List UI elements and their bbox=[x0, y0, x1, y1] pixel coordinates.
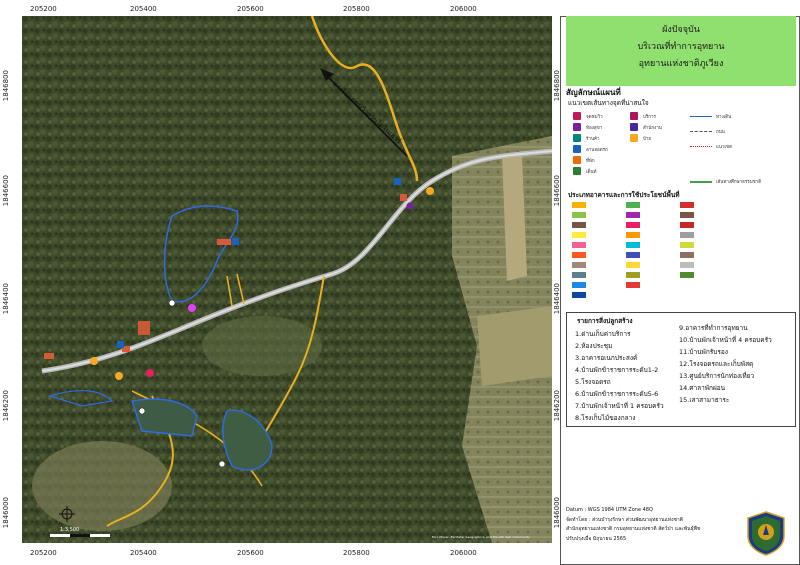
legend-line-3: แนวเขต bbox=[690, 143, 732, 150]
building-item-10: 10.บ้านพักเจ้าหน้าที่ 4 ครอบครัว bbox=[679, 336, 772, 344]
parking-icon bbox=[573, 145, 581, 153]
buildings-heading: รายการสิ่งปลูกสร้าง bbox=[577, 317, 633, 325]
coord-top-2: 205400 bbox=[130, 5, 157, 13]
coord-left-5: 1846000 bbox=[2, 497, 10, 529]
field-patch bbox=[477, 306, 552, 386]
legend-poi-7: บริการ bbox=[630, 112, 656, 120]
building-item-8: 8.โรงเก็บไม้ของกลาง bbox=[575, 414, 636, 422]
coord-left-2: 1846600 bbox=[2, 175, 10, 207]
building-item-7: 7.บ้านพักเจ้าหน้าที่ 1 ครอบครัว bbox=[575, 402, 664, 410]
poi-parking-3 bbox=[394, 178, 401, 185]
tent-icon bbox=[573, 167, 581, 175]
usage-heading: ประเภทอาคารและการใช้ประโยชน์พื้นที่ bbox=[568, 191, 680, 199]
building-item-6: 6.บ้านพักข้าราชการระดับ5-6 bbox=[575, 390, 659, 398]
clearing bbox=[202, 316, 322, 376]
legend-line-2: ถนน bbox=[690, 128, 725, 135]
legend-line-4: เส้นทางศึกษาธรรมชาติ bbox=[690, 178, 761, 185]
building-item-15: 15.เสาสามาธาระ bbox=[679, 396, 730, 404]
poi-restroom bbox=[406, 202, 414, 210]
building-item-11: 11.บ้านพักรับรอง bbox=[679, 348, 728, 356]
coord-left-4: 1846200 bbox=[2, 390, 10, 422]
department-logo-icon bbox=[747, 511, 785, 556]
legend-poi-3: ร้านค้า bbox=[573, 134, 600, 142]
shop-icon bbox=[573, 134, 581, 142]
legend-poi-1: จุดชมวิว bbox=[573, 112, 603, 120]
viewpoint-icon bbox=[573, 112, 581, 120]
poi-sign-2 bbox=[426, 187, 434, 195]
sign-icon bbox=[630, 134, 638, 142]
building-item-2: 2.ห้องประชุม bbox=[575, 342, 613, 350]
service-icon bbox=[630, 112, 638, 120]
building-item-12: 12.โรงจอดรถและเก็บพัสดุ bbox=[679, 360, 754, 368]
legend-poi-6: เต็นท์ bbox=[573, 167, 597, 175]
building-item-13: 13.ศูนย์บริการนักท่องเที่ยว bbox=[679, 372, 755, 380]
buildings-list: รายการสิ่งปลูกสร้าง 1.ด่านเก็บค่าบริการ … bbox=[566, 312, 796, 427]
building-item-14: 14.ศาลาพักผ่อน bbox=[679, 384, 726, 392]
building-office bbox=[400, 194, 407, 201]
legend-poi-4: ลานจอดรถ bbox=[573, 145, 608, 153]
poi-parking-1 bbox=[117, 341, 124, 348]
poi-number-1 bbox=[138, 407, 146, 415]
poi-sign-1 bbox=[90, 357, 98, 365]
coord-bottom-4: 205800 bbox=[343, 549, 370, 557]
map-attribution: Esri, Maxar, Earthstar Geographics, and … bbox=[432, 535, 530, 539]
coord-top-5: 206000 bbox=[450, 5, 477, 13]
coord-left-3: 1846400 bbox=[2, 283, 10, 315]
coord-top-1: 205200 bbox=[30, 5, 57, 13]
legend-poi-8: สำนักงาน bbox=[630, 123, 662, 131]
map-sheet: 205200 205400 205600 205800 206000 20520… bbox=[0, 0, 800, 565]
coord-bottom-3: 205600 bbox=[237, 549, 264, 557]
building-gate bbox=[44, 353, 54, 359]
building-garage bbox=[217, 239, 231, 245]
legend-subheading: แนวเขตเส้นทางจุดที่น่าสนใจ bbox=[568, 99, 649, 107]
title-box: ผังปัจจุบัน บริเวณที่ทำการอุทยาน อุทยานแ… bbox=[566, 16, 796, 86]
scale-bar-black bbox=[70, 534, 90, 537]
poi-number-3 bbox=[218, 460, 226, 468]
toilet-icon bbox=[573, 123, 581, 131]
lodging-icon bbox=[573, 156, 581, 164]
building-item-3: 3.อาคารอเนกประสงค์ bbox=[575, 354, 638, 362]
legend-poi-9: ป้าย bbox=[630, 134, 651, 142]
legend-line-1: ทางเดิน bbox=[690, 113, 731, 120]
org-text: สำนักอุทยานแห่งชาติ กรมอุทยานแห่งชาติ สั… bbox=[566, 526, 701, 532]
poi-number-2 bbox=[168, 299, 176, 307]
coord-top-4: 205800 bbox=[343, 5, 370, 13]
office-icon bbox=[630, 123, 638, 131]
title-line-3: อุทยานแห่งชาติภูเวียง bbox=[638, 59, 724, 69]
building-item-9: 9.อาคารที่ทำการอุทยาน bbox=[679, 324, 748, 332]
coord-bottom-5: 206000 bbox=[450, 549, 477, 557]
coord-bottom-1: 205200 bbox=[30, 549, 57, 557]
legend-poi-2: ห้องสุขา bbox=[573, 123, 602, 131]
poi-viewpoint bbox=[188, 304, 196, 312]
satellite-map[interactable]: ทางไปจุดชมวิวสวนไดโนเสาร์ 1:3,500 Esri, … bbox=[22, 16, 552, 543]
scale-bar-white bbox=[50, 534, 70, 537]
map-canvas: ทางไปจุดชมวิวสวนไดโนเสาร์ 1:3,500 Esri, … bbox=[22, 16, 552, 543]
poi-sign-3 bbox=[115, 372, 123, 380]
coord-left-1: 1846800 bbox=[2, 70, 10, 102]
title-line-1: ผังปัจจุบัน bbox=[662, 25, 700, 35]
scale-label: 1:3,500 bbox=[60, 527, 79, 533]
scale-bar-white-2 bbox=[90, 534, 110, 537]
title-line-2: บริเวณที่ทำการอุทยาน bbox=[637, 42, 725, 52]
building-item-4: 4.บ้านพักข้าราชการระดับ1-2 bbox=[575, 366, 659, 374]
made-by-text: จัดทำโดย : ส่วนบำรุงรักษา ส่วนพัฒนาอุทยา… bbox=[566, 516, 683, 523]
bare-area bbox=[32, 441, 172, 531]
coord-top-3: 205600 bbox=[237, 5, 264, 13]
poi-toilet bbox=[146, 369, 154, 377]
updated-text: ปรับปรุงเมื่อ มิถุนายน 2565 bbox=[566, 535, 627, 542]
legend-poi-5: ที่พัก bbox=[573, 156, 595, 164]
building-item-5: 5.โรงจอดรถ bbox=[575, 378, 611, 386]
building-item-1: 1.ด่านเก็บค่าบริการ bbox=[575, 330, 631, 338]
coord-bottom-2: 205400 bbox=[130, 549, 157, 557]
datum-text: Datum : WGS 1984 UTM Zone 48Q bbox=[566, 507, 653, 513]
credits: Datum : WGS 1984 UTM Zone 48Q จัดทำโดย :… bbox=[566, 506, 700, 544]
building-meeting bbox=[138, 321, 150, 335]
poi-parking-2 bbox=[232, 238, 239, 245]
